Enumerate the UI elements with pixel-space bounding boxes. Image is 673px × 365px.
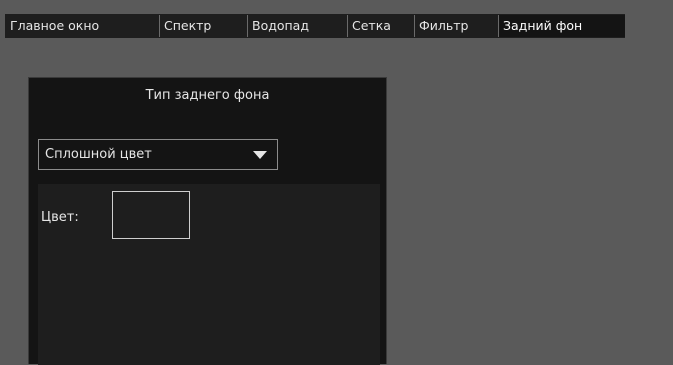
tab-background[interactable]: Задний фон — [498, 15, 625, 37]
background-type-select[interactable]: Сплошной цвет — [38, 139, 278, 170]
tab-filter[interactable]: Фильтр — [414, 15, 498, 37]
background-type-panel: Тип заднего фона Сплошной цвет Цвет: — [28, 77, 387, 365]
color-swatch-button[interactable] — [112, 191, 190, 239]
chevron-down-icon — [253, 151, 267, 159]
tab-bar: Главное окно Спектр Водопад Сетка Фильтр… — [0, 0, 673, 45]
color-label: Цвет: — [41, 210, 79, 225]
panel-title: Тип заднего фона — [145, 88, 270, 103]
tab-spectrum[interactable]: Спектр — [159, 15, 247, 37]
tabs-strip: Главное окно Спектр Водопад Сетка Фильтр… — [5, 14, 625, 38]
tab-grid[interactable]: Сетка — [347, 15, 414, 37]
tab-waterfall[interactable]: Водопад — [247, 15, 347, 37]
background-type-value: Сплошной цвет — [45, 147, 152, 162]
tab-main-window[interactable]: Главное окно — [5, 15, 159, 37]
settings-window: Главное окно Спектр Водопад Сетка Фильтр… — [0, 0, 673, 365]
solid-color-settings: Цвет: — [38, 184, 380, 365]
